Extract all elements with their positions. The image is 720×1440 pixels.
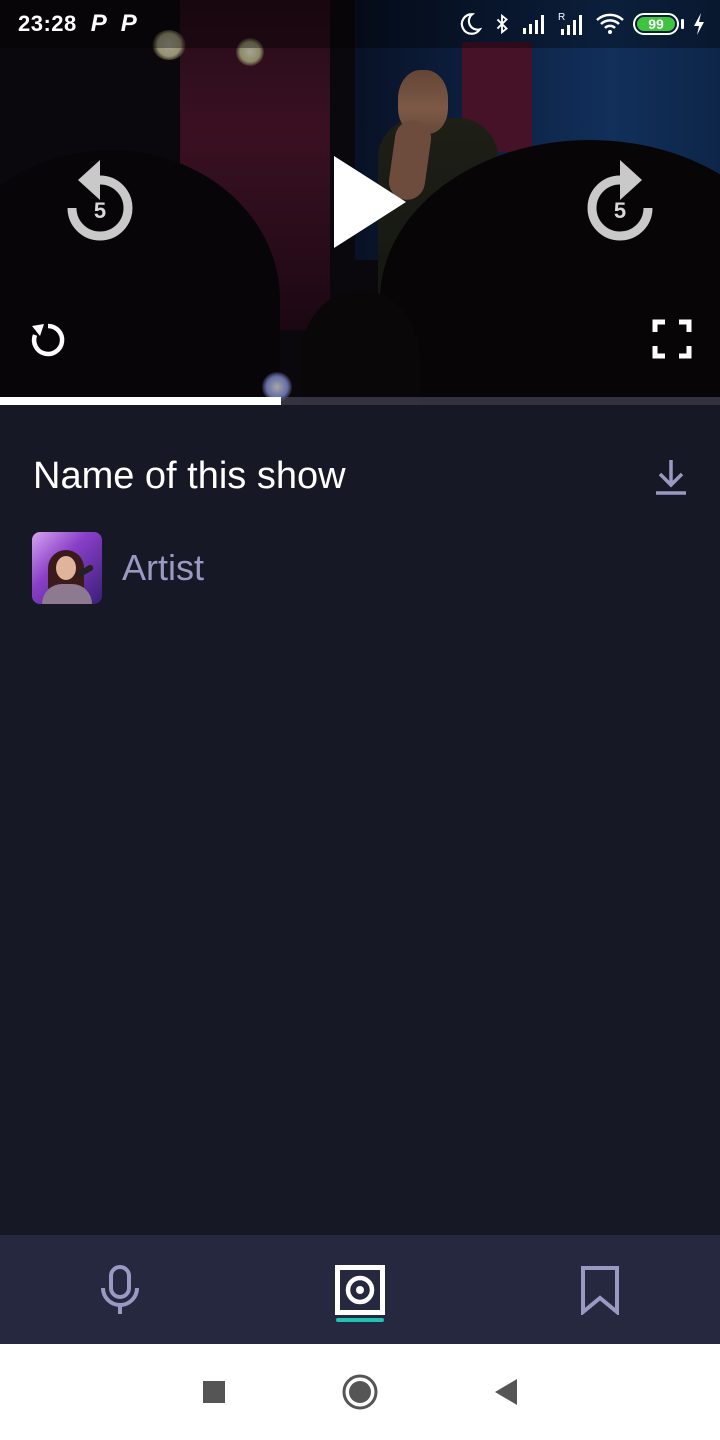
replay-button[interactable] bbox=[26, 318, 70, 362]
artist-name: Artist bbox=[122, 547, 205, 588]
nav-item-bookmark[interactable] bbox=[480, 1235, 720, 1344]
download-icon bbox=[656, 460, 686, 495]
back-button[interactable] bbox=[481, 1367, 531, 1417]
battery-icon: 99 bbox=[633, 13, 679, 35]
status-time: 23:28 bbox=[18, 11, 77, 36]
play-button[interactable] bbox=[318, 150, 418, 254]
skip-forward-seconds: 5 bbox=[613, 198, 627, 223]
signal-roaming-icon: R bbox=[558, 12, 582, 35]
signal-icon bbox=[523, 15, 544, 34]
bottom-navigation bbox=[0, 1235, 720, 1344]
status-bar: 23:28 P P R 99 bbox=[0, 0, 720, 48]
fullscreen-button[interactable] bbox=[648, 316, 696, 362]
skip-forward-button[interactable]: 5 bbox=[578, 150, 662, 246]
active-tab-indicator bbox=[336, 1318, 384, 1322]
charging-icon bbox=[694, 13, 704, 35]
recents-button[interactable] bbox=[189, 1367, 239, 1417]
playback-progress-bar[interactable] bbox=[0, 397, 720, 405]
playback-progress-fill bbox=[0, 397, 281, 405]
svg-text:R: R bbox=[558, 12, 565, 23]
replay-icon bbox=[31, 323, 65, 357]
artist-avatar bbox=[32, 532, 102, 604]
skip-back-seconds: 5 bbox=[93, 198, 107, 223]
back-triangle-icon bbox=[495, 1379, 517, 1405]
status-icons: R 99 bbox=[457, 8, 706, 40]
video-player[interactable]: 23:28 P P R 99 5 5 bbox=[0, 0, 720, 405]
speaker-icon bbox=[335, 1264, 385, 1315]
nav-item-speaker[interactable] bbox=[240, 1235, 480, 1344]
fullscreen-icon bbox=[652, 319, 692, 359]
home-button[interactable] bbox=[335, 1367, 385, 1417]
play-icon bbox=[334, 156, 406, 248]
notification-p-icon: P bbox=[90, 10, 107, 37]
skip-back-button[interactable]: 5 bbox=[58, 150, 142, 246]
show-details: Name of this show Artist bbox=[0, 405, 720, 1235]
bluetooth-icon bbox=[496, 13, 508, 35]
download-button[interactable] bbox=[648, 457, 694, 497]
home-circle-icon bbox=[342, 1374, 378, 1410]
recents-square-icon bbox=[203, 1381, 225, 1403]
moon-icon bbox=[460, 13, 483, 35]
wifi-icon bbox=[596, 13, 624, 34]
bookmark-icon bbox=[581, 1265, 619, 1315]
microphone-icon bbox=[101, 1264, 139, 1314]
nav-item-microphone[interactable] bbox=[0, 1235, 240, 1344]
artist-row[interactable]: Artist bbox=[32, 532, 204, 604]
notification-p-icon: P bbox=[120, 10, 137, 37]
system-navigation-bar bbox=[0, 1344, 720, 1440]
battery-level: 99 bbox=[648, 16, 664, 32]
show-title: Name of this show bbox=[33, 455, 346, 497]
